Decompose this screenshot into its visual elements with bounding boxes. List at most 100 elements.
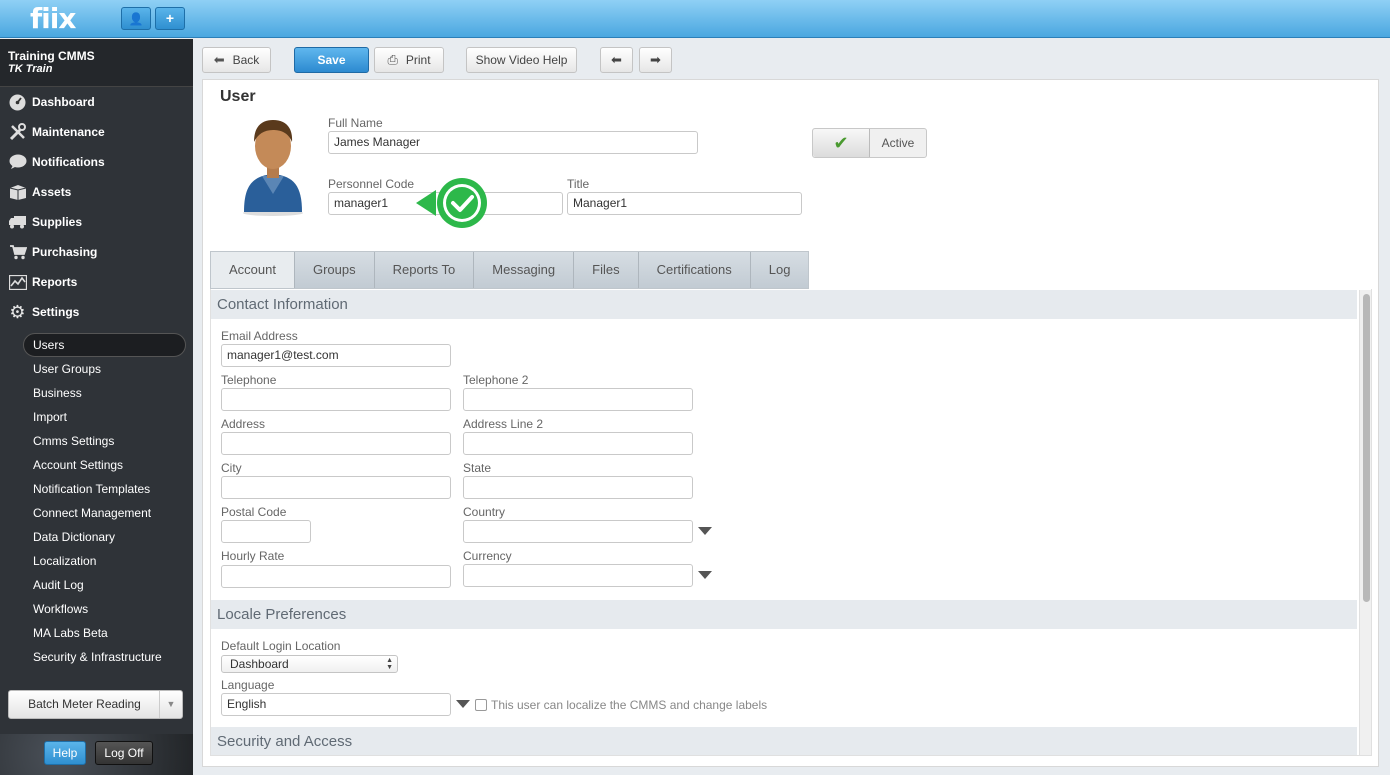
- nav-label: Purchasing: [32, 245, 98, 259]
- help-button[interactable]: Help: [44, 741, 86, 765]
- log-off-button[interactable]: Log Off: [95, 741, 153, 765]
- show-video-help-button[interactable]: Show Video Help: [466, 47, 577, 73]
- language-label: Language: [221, 678, 275, 692]
- nav-reports[interactable]: Reports: [0, 267, 193, 297]
- nav-supplies[interactable]: Supplies: [0, 207, 193, 237]
- gear-icon: ⚙: [9, 301, 26, 322]
- nav-purchasing[interactable]: Purchasing: [0, 237, 193, 267]
- batch-label: Batch Meter Reading: [28, 697, 141, 711]
- sidebar-item-cmms-settings[interactable]: Cmms Settings: [0, 429, 193, 453]
- address-label: Address: [221, 417, 266, 431]
- save-button[interactable]: Save: [294, 47, 369, 73]
- state-input[interactable]: [463, 476, 693, 499]
- scrollbar-thumb[interactable]: [1363, 294, 1370, 602]
- tab-certifications[interactable]: Certifications: [638, 252, 751, 288]
- localize-checkbox[interactable]: [475, 699, 487, 711]
- nav-label: Reports: [32, 275, 78, 289]
- full-name-input[interactable]: James Manager: [328, 131, 698, 154]
- email-input[interactable]: manager1@test.com: [221, 344, 451, 367]
- tab-account[interactable]: Account: [211, 252, 295, 288]
- nav-dashboard[interactable]: Dashboard: [0, 87, 193, 117]
- print-button[interactable]: ⎙ Print: [374, 47, 444, 73]
- sidebar-item-data-dictionary[interactable]: Data Dictionary: [0, 525, 193, 549]
- state-label: State: [463, 461, 492, 475]
- tab-messaging[interactable]: Messaging: [474, 252, 575, 288]
- default-login-location-label: Default Login Location: [221, 639, 341, 653]
- default-login-location-select[interactable]: Dashboard ▲ ▼: [221, 655, 398, 673]
- batch-meter-reading-button[interactable]: Batch Meter Reading ▼: [8, 690, 183, 719]
- tab-files[interactable]: Files: [574, 252, 639, 288]
- address-input[interactable]: [221, 432, 451, 455]
- sidebar-item-user-groups[interactable]: User Groups: [0, 357, 193, 381]
- back-button[interactable]: ⬅ Back: [202, 47, 271, 73]
- hourly-rate-input[interactable]: [221, 565, 451, 588]
- check-circle-icon: [416, 178, 487, 228]
- check-icon[interactable]: ✔: [813, 129, 870, 157]
- sidebar-item-users[interactable]: Users: [23, 333, 186, 357]
- localize-checkbox-label: This user can localize the CMMS and chan…: [491, 698, 768, 712]
- fiix-logo[interactable]: fiix: [30, 2, 76, 35]
- settings-subnav: Users User Groups Business Import Cmms S…: [0, 333, 193, 669]
- avatar[interactable]: [240, 116, 306, 216]
- chevron-down-icon[interactable]: [698, 527, 712, 535]
- chevron-down-icon[interactable]: ▼: [159, 691, 182, 718]
- active-toggle[interactable]: ✔ Active: [812, 128, 927, 158]
- box-icon: [8, 183, 27, 202]
- arrow-left-icon: ⬅: [611, 52, 622, 67]
- arrow-right-icon: ➡: [650, 52, 661, 67]
- sidebar-item-localization[interactable]: Localization: [0, 549, 193, 573]
- dashboard-icon: [8, 93, 27, 112]
- select-arrows-icon: ▲ ▼: [386, 657, 393, 671]
- sidebar-item-connect-management[interactable]: Connect Management: [0, 501, 193, 525]
- speech-bubble-icon: [8, 153, 27, 172]
- chart-icon: [8, 273, 27, 292]
- nav-label: Settings: [32, 305, 80, 319]
- sidebar-item-account-settings[interactable]: Account Settings: [0, 453, 193, 477]
- sidebar-item-audit-log[interactable]: Audit Log: [0, 573, 193, 597]
- tab-log[interactable]: Log: [750, 252, 809, 288]
- tab-bar: Account Groups Reports To Messaging File…: [210, 251, 810, 289]
- country-input[interactable]: [463, 520, 693, 543]
- content-scrollbar[interactable]: [1359, 290, 1371, 755]
- city-label: City: [221, 461, 242, 475]
- nav-label: Maintenance: [32, 125, 105, 139]
- sidebar-footer: Help Log Off: [0, 734, 193, 775]
- address-line-2-input[interactable]: [463, 432, 693, 455]
- tab-reports-to[interactable]: Reports To: [374, 252, 475, 288]
- nav-settings[interactable]: ⚙ Settings: [0, 297, 193, 327]
- sidebar-item-ma-labs-beta[interactable]: MA Labs Beta: [0, 621, 193, 645]
- org-name: Training CMMS: [8, 49, 95, 63]
- print-label: Print: [405, 53, 431, 67]
- country-label: Country: [463, 505, 506, 519]
- nav-label: Notifications: [32, 155, 105, 169]
- title-input[interactable]: Manager1: [567, 192, 802, 215]
- locale-preferences-heading: Locale Preferences: [211, 600, 1357, 629]
- add-new-button[interactable]: +: [155, 7, 185, 30]
- postal-code-input[interactable]: [221, 520, 311, 543]
- address-line-2-label: Address Line 2: [463, 417, 544, 431]
- sidebar-item-notification-templates[interactable]: Notification Templates: [0, 477, 193, 501]
- currency-input[interactable]: [463, 564, 693, 587]
- user-menu-button[interactable]: 👤: [121, 7, 151, 30]
- next-record-button[interactable]: ➡: [639, 47, 672, 73]
- telephone-2-label: Telephone 2: [463, 373, 529, 387]
- language-input[interactable]: English: [221, 693, 451, 716]
- sidebar: Training CMMS TK Train Dashboard Mainten…: [0, 39, 193, 775]
- chevron-down-icon[interactable]: [698, 571, 712, 579]
- sidebar-item-security-infrastructure[interactable]: Security & Infrastructure: [0, 645, 193, 669]
- arrow-left-icon: ⬅: [213, 52, 225, 67]
- chevron-down-icon[interactable]: [456, 700, 470, 708]
- sidebar-item-workflows[interactable]: Workflows: [0, 597, 193, 621]
- telephone-2-input[interactable]: [463, 388, 693, 411]
- nav-notifications[interactable]: Notifications: [0, 147, 193, 177]
- city-input[interactable]: [221, 476, 451, 499]
- telephone-input[interactable]: [221, 388, 451, 411]
- previous-record-button[interactable]: ⬅: [600, 47, 633, 73]
- sidebar-item-business[interactable]: Business: [0, 381, 193, 405]
- nav-assets[interactable]: Assets: [0, 177, 193, 207]
- cart-icon: [8, 243, 27, 262]
- nav-maintenance[interactable]: Maintenance: [0, 117, 193, 147]
- tab-groups[interactable]: Groups: [294, 252, 375, 288]
- sidebar-item-import[interactable]: Import: [0, 405, 193, 429]
- postal-code-label: Postal Code: [221, 505, 287, 519]
